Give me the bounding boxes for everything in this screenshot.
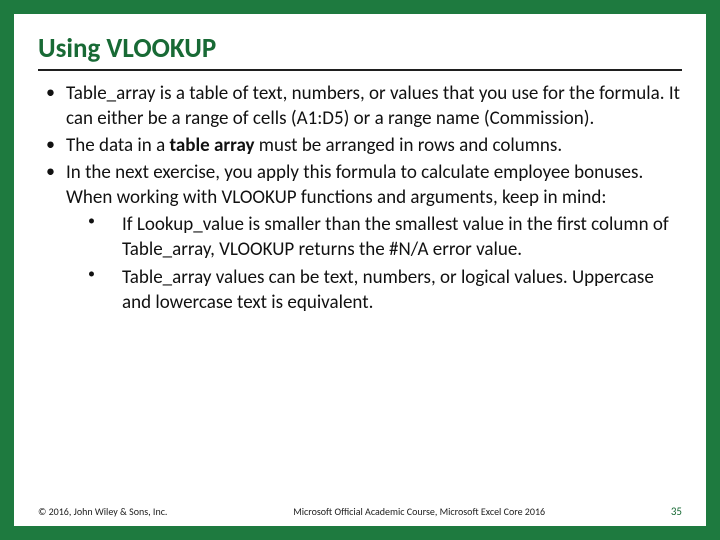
slide: Using VLOOKUP Table_array is a table of … — [14, 14, 706, 526]
list-item: Table_array is a table of text, numbers,… — [40, 81, 682, 131]
text: In the next exercise, you apply this for… — [66, 161, 643, 209]
list-item: If Lookup_value is smaller than the smal… — [72, 212, 682, 262]
text: must be arranged in rows and columns. — [254, 134, 562, 157]
footer-copyright: © 2016, John Wiley & Sons, Inc. — [38, 505, 167, 518]
list-item: In the next exercise, you apply this for… — [40, 160, 682, 314]
footer-course: Microsoft Official Academic Course, Micr… — [167, 505, 660, 518]
list-item: Table_array values can be text, numbers,… — [72, 265, 682, 315]
bullet-list: Table_array is a table of text, numbers,… — [38, 81, 682, 315]
slide-title: Using VLOOKUP — [38, 32, 682, 65]
text: The data in a — [66, 134, 169, 157]
sub-bullet-list: If Lookup_value is smaller than the smal… — [72, 212, 682, 314]
list-item: The data in a table array must be arrang… — [40, 133, 682, 158]
bold-text: table array — [169, 134, 254, 157]
footer: © 2016, John Wiley & Sons, Inc. Microsof… — [38, 505, 682, 518]
slide-number: 35 — [661, 505, 682, 518]
title-rule — [38, 69, 682, 71]
